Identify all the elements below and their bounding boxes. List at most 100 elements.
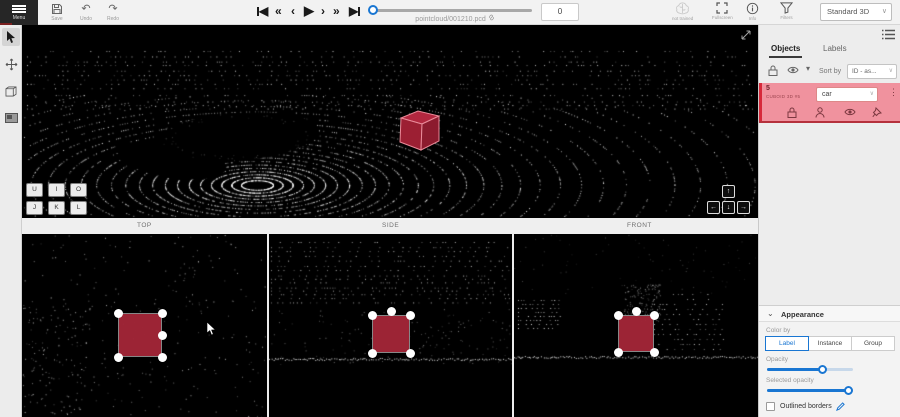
bbox-handle[interactable] xyxy=(650,348,659,357)
nav-right-button[interactable]: → xyxy=(737,201,750,214)
mouse-cursor xyxy=(206,322,216,336)
top-view-bbox[interactable] xyxy=(118,313,162,357)
fullscreen-button[interactable]: Fullscreen xyxy=(712,2,733,20)
point-cloud-canvas xyxy=(22,25,758,218)
pencil-icon[interactable] xyxy=(836,402,845,411)
timeline-handle[interactable] xyxy=(368,5,378,15)
image-icon xyxy=(5,113,18,123)
top-toolbar: Menu Save ↶ Undo ↷ Redo ◀ « ‹ ▶ › » ▶ po… xyxy=(0,0,900,25)
chevron-down-icon: ∨ xyxy=(889,65,893,78)
skip-start-button[interactable]: ◀ xyxy=(257,3,268,19)
redo-label: Redo xyxy=(107,16,119,22)
bbox-handle[interactable] xyxy=(368,311,377,320)
fast-rewind-button[interactable]: « xyxy=(275,3,282,19)
pin-icon[interactable] xyxy=(872,107,882,118)
bbox-handle[interactable] xyxy=(158,331,167,340)
bbox-handle[interactable] xyxy=(650,311,659,320)
chevron-down-icon[interactable]: ▾ xyxy=(806,64,810,73)
next-frame-button[interactable]: › xyxy=(321,3,325,19)
appearance-section: ⌄ Appearance Color by Label Instance Gro… xyxy=(759,305,900,417)
save-button[interactable]: Save xyxy=(44,2,70,24)
key-hint-j[interactable]: J xyxy=(26,201,43,215)
eye-icon[interactable] xyxy=(844,107,856,117)
pan-tool-button[interactable] xyxy=(2,55,20,73)
filters-button[interactable]: Filters xyxy=(780,2,793,20)
bbox-handle[interactable] xyxy=(614,311,623,320)
sort-by-label: Sort by xyxy=(819,68,841,75)
nn-button[interactable]: not trained xyxy=(672,2,693,21)
color-by-label-option[interactable]: Label xyxy=(765,336,809,351)
objects-filter-row: ▾ Sort by ID - as... ∨ xyxy=(759,61,900,83)
key-hint-o[interactable]: O xyxy=(70,183,87,197)
image-tool-button[interactable] xyxy=(2,109,20,127)
timeline-slider[interactable] xyxy=(372,9,532,12)
nav-up-button[interactable]: ↑ xyxy=(722,185,735,198)
front-view-bbox[interactable] xyxy=(618,315,654,352)
bbox-handle[interactable] xyxy=(114,309,123,318)
panel-settings-icon[interactable] xyxy=(882,29,895,40)
link-icon[interactable] xyxy=(488,14,495,21)
bbox-handle[interactable] xyxy=(114,353,123,362)
sort-select[interactable]: ID - as... ∨ xyxy=(847,64,897,79)
object-row-car[interactable]: 5 CUBOID 3D #5 car ∨ ⋮ xyxy=(759,83,900,123)
color-by-instance-option[interactable]: Instance xyxy=(808,336,852,351)
outlined-borders-checkbox[interactable] xyxy=(766,402,775,411)
side-view-panel[interactable] xyxy=(269,234,512,417)
prev-frame-button[interactable]: ‹ xyxy=(291,3,295,19)
bbox-handle[interactable] xyxy=(406,349,415,358)
key-hint-k[interactable]: K xyxy=(48,201,65,215)
frame-number-input[interactable]: 0 xyxy=(541,3,579,21)
play-button[interactable]: ▶ xyxy=(304,3,314,19)
bbox-handle[interactable] xyxy=(614,348,623,357)
fast-forward-button[interactable]: » xyxy=(333,3,340,19)
bbox-handle[interactable] xyxy=(387,307,396,316)
info-button[interactable]: Info xyxy=(746,2,759,21)
save-icon xyxy=(51,2,63,15)
opacity-slider[interactable] xyxy=(767,368,853,371)
top-view-panel[interactable] xyxy=(22,234,267,417)
move-icon xyxy=(5,58,18,71)
front-view-panel[interactable] xyxy=(514,234,758,417)
person-icon[interactable] xyxy=(815,107,825,118)
menu-button[interactable]: Menu xyxy=(0,0,38,25)
lock-icon[interactable] xyxy=(768,65,778,76)
object-kebab-menu[interactable]: ⋮ xyxy=(889,87,898,98)
skip-end-button[interactable]: ▶ xyxy=(349,3,360,19)
tab-labels[interactable]: Labels xyxy=(821,40,849,58)
mode-select[interactable]: Standard 3D ∨ xyxy=(820,3,892,21)
key-hint-u[interactable]: U xyxy=(26,183,43,197)
eye-icon[interactable] xyxy=(787,65,799,75)
redo-button[interactable]: ↷ Redo xyxy=(100,2,126,24)
opacity-slider-knob[interactable] xyxy=(818,365,827,374)
outlined-borders-row[interactable]: Outlined borders xyxy=(766,402,845,411)
cuboid-tool-button[interactable] xyxy=(2,82,20,100)
save-label: Save xyxy=(51,16,62,22)
expand-diagonal-icon[interactable] xyxy=(740,29,752,41)
fullscreen-icon xyxy=(716,2,728,14)
selected-opacity-slider-fill xyxy=(767,389,849,392)
bbox-handle[interactable] xyxy=(406,311,415,320)
nav-left-button[interactable]: ← xyxy=(707,201,720,214)
undo-button[interactable]: ↶ Undo xyxy=(73,2,99,24)
side-view-bbox[interactable] xyxy=(372,315,410,353)
key-hint-l[interactable]: L xyxy=(70,201,87,215)
nav-down-button[interactable]: ↓ xyxy=(722,201,735,214)
appearance-header[interactable]: ⌄ Appearance xyxy=(759,306,900,322)
bbox-handle[interactable] xyxy=(632,307,641,316)
color-by-group-option[interactable]: Group xyxy=(851,336,895,351)
ortho-views-header: TOP SIDE FRONT xyxy=(22,218,758,234)
cuboid-icon xyxy=(5,86,17,97)
selected-opacity-slider[interactable] xyxy=(767,389,853,392)
main-3d-viewport[interactable]: U I O J K L ↑ ← ↓ → xyxy=(22,25,758,218)
selected-cuboid-3d[interactable] xyxy=(393,105,445,153)
select-tool-button[interactable] xyxy=(2,28,20,46)
bbox-handle[interactable] xyxy=(368,349,377,358)
lock-icon[interactable] xyxy=(787,107,797,118)
tab-objects[interactable]: Objects xyxy=(769,40,802,58)
object-class-select[interactable]: car ∨ xyxy=(816,87,878,102)
object-id: 5 xyxy=(766,85,770,92)
key-hint-i[interactable]: I xyxy=(48,183,65,197)
bbox-handle[interactable] xyxy=(158,309,167,318)
bbox-handle[interactable] xyxy=(158,353,167,362)
selected-opacity-slider-knob[interactable] xyxy=(844,386,853,395)
